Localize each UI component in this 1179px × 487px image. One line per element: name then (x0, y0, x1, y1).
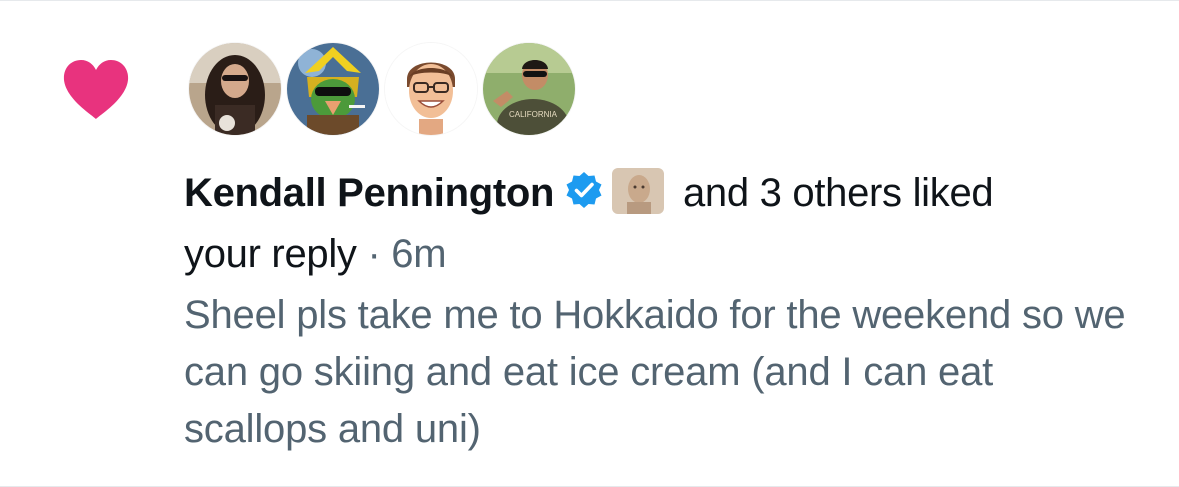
action-text-line-1: and 3 others liked (672, 171, 994, 215)
notification-time[interactable]: 6m (391, 232, 446, 276)
avatar-man-california-shirt[interactable]: CALIFORNIA (483, 43, 575, 135)
like-notification[interactable]: CALIFORNIA Kendall Pennington and 3 othe… (0, 0, 1179, 487)
author-name[interactable]: Kendall Pennington (184, 171, 554, 215)
liker-avatars: CALIFORNIA (189, 43, 575, 135)
verified-badge-icon (564, 169, 604, 226)
avatar-smiling-man-glasses[interactable] (385, 43, 477, 135)
avatar-cartoon-character[interactable] (287, 43, 379, 135)
action-text-line-2: your reply (184, 232, 357, 276)
heart-icon (62, 59, 130, 121)
notification-headline: Kendall Pennington and 3 others liked you… (184, 165, 1144, 283)
notification-content: Kendall Pennington and 3 others liked you… (184, 165, 1144, 458)
meta-separator: · (356, 232, 392, 276)
inline-profile-avatar[interactable] (612, 168, 665, 214)
reply-text[interactable]: Sheel pls take me to Hokkaido for the we… (184, 287, 1144, 458)
avatar-woman-sunglasses[interactable] (189, 43, 281, 135)
svg-text:CALIFORNIA: CALIFORNIA (509, 110, 558, 119)
